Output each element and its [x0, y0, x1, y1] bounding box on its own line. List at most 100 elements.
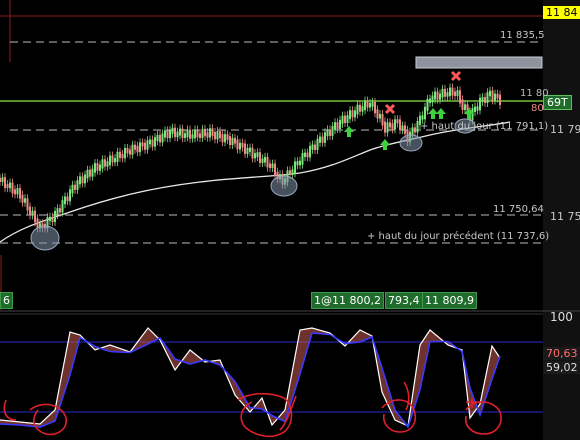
- candle-body: [271, 163, 274, 168]
- candle-body: [394, 119, 396, 130]
- candle-body: [149, 139, 151, 145]
- candle-body: [69, 189, 71, 202]
- candle-body: [356, 104, 359, 115]
- candle-body: [211, 128, 214, 136]
- candle-body: [174, 127, 176, 138]
- partial-right-label: 80: [531, 103, 544, 114]
- candle-body: [76, 180, 79, 190]
- candle-body: [256, 152, 259, 158]
- candle-body: [144, 142, 146, 150]
- candle-body: [361, 106, 364, 112]
- candle-body: [244, 143, 246, 154]
- candle-body: [156, 134, 159, 142]
- candle-body: [461, 99, 464, 110]
- candle-body: [251, 147, 254, 159]
- candle-body: [269, 163, 271, 168]
- candle-body: [66, 196, 69, 202]
- candle-body: [456, 90, 459, 96]
- candle-body: [474, 106, 476, 112]
- candle-body: [351, 110, 354, 118]
- candle-body: [321, 136, 324, 143]
- candle-body: [111, 155, 114, 163]
- candle-body: [246, 147, 249, 154]
- bottom-tag[interactable]: 793,4: [385, 292, 423, 309]
- candle-body: [261, 158, 264, 163]
- candle-body: [349, 110, 351, 120]
- candle-body: [71, 184, 74, 194]
- candle-body: [296, 161, 299, 166]
- candle-body: [424, 106, 426, 120]
- level-label-1: 11 835,5: [500, 30, 545, 41]
- candle-body: [199, 133, 201, 138]
- candle-body: [289, 170, 291, 175]
- candle-body: [126, 147, 129, 154]
- candle-body: [151, 139, 154, 147]
- candle-body: [209, 128, 211, 138]
- candle-body: [494, 93, 496, 101]
- candle-body: [381, 113, 384, 126]
- chart-canvas[interactable]: [0, 0, 580, 440]
- candle-body: [16, 188, 19, 195]
- candle-body: [64, 196, 66, 205]
- candle-body: [11, 182, 14, 194]
- candle-body: [154, 137, 156, 147]
- candle-body: [329, 129, 331, 136]
- candle-body: [119, 151, 121, 158]
- partial-right-label: 11 80: [520, 88, 549, 99]
- candle-body: [109, 155, 111, 166]
- candle-body: [159, 134, 161, 143]
- candle-body: [334, 122, 336, 131]
- candle-body: [374, 101, 376, 114]
- candle-body: [411, 127, 414, 136]
- candle-body: [9, 182, 11, 189]
- candle-body: [476, 106, 479, 111]
- candle-body: [274, 163, 276, 176]
- candle-body: [441, 88, 444, 98]
- candle-body: [264, 156, 266, 163]
- candle-body: [36, 218, 39, 229]
- candle-body: [29, 206, 31, 216]
- candle-body: [146, 140, 149, 150]
- candle-body: [339, 119, 341, 130]
- candle-body: [311, 144, 314, 150]
- candle-body: [231, 137, 234, 145]
- bottom-tag[interactable]: 11 809,9: [422, 292, 477, 309]
- candle-body: [316, 138, 319, 150]
- candle-body: [214, 131, 216, 140]
- candle-body: [201, 128, 204, 138]
- candle-body: [169, 129, 171, 139]
- candle-body: [446, 92, 449, 97]
- candle-body: [14, 189, 16, 195]
- candle-body: [436, 91, 439, 100]
- osc-upper-value: 70,63: [543, 347, 580, 360]
- candle-body: [454, 91, 456, 96]
- candle-body: [421, 115, 424, 120]
- candle-body: [301, 153, 304, 165]
- candle-body: [489, 90, 491, 97]
- candle-body: [499, 94, 501, 105]
- candle-body: [161, 133, 164, 143]
- candle-body: [306, 152, 309, 158]
- candle-body: [304, 152, 306, 158]
- candle-body: [354, 110, 356, 118]
- candle-body: [401, 125, 404, 131]
- candle-body: [379, 113, 381, 119]
- candle-body: [319, 136, 321, 143]
- prev-day-high-label: + haut du jour précédent (11 737,6): [367, 231, 550, 242]
- candle-body: [89, 169, 91, 177]
- candle-body: [414, 127, 416, 133]
- candle-body: [484, 97, 486, 103]
- candle-body: [91, 168, 94, 177]
- candle-body: [189, 129, 191, 139]
- candle-body: [114, 157, 116, 163]
- bottom-tag[interactable]: 6: [0, 292, 13, 309]
- candle-body: [116, 151, 119, 162]
- candle-body: [179, 128, 181, 136]
- candle-body: [136, 145, 139, 153]
- candle-body: [459, 90, 461, 104]
- candle-body: [344, 115, 346, 123]
- candle-body: [471, 107, 474, 121]
- bottom-tag[interactable]: 1@11 800,2: [311, 292, 384, 309]
- candle-body: [364, 100, 366, 111]
- candle-body: [94, 163, 96, 173]
